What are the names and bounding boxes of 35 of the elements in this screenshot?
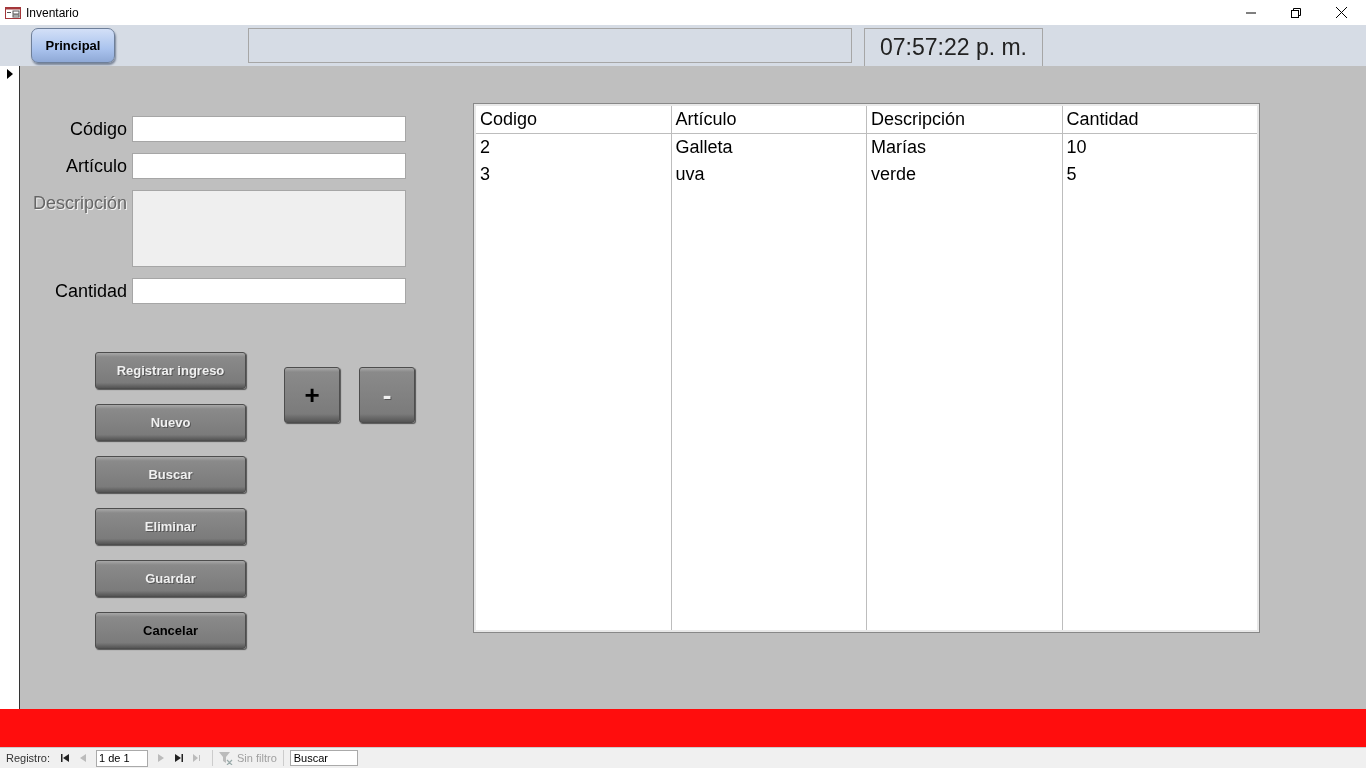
table-cell-text: 3	[479, 163, 491, 186]
clock: 07:57:22 p. m.	[864, 28, 1043, 66]
field-label: Cantidad	[53, 280, 127, 303]
table-cell-text: verde	[870, 163, 918, 186]
last-record-icon[interactable]	[175, 754, 184, 762]
window-title: Inventario	[26, 5, 79, 20]
input-field[interactable]	[132, 116, 406, 142]
text-area[interactable]	[132, 190, 406, 267]
restore-icon[interactable]	[1291, 7, 1301, 18]
record-selector-icon[interactable]	[6, 69, 13, 79]
field-label: Código	[68, 118, 127, 141]
column-header: Descripción	[867, 106, 1062, 134]
search-field[interactable]: Buscar	[289, 750, 358, 766]
stepper-button[interactable]: +	[284, 367, 340, 423]
table-cell-text: 2	[479, 136, 491, 159]
close-icon[interactable]	[1336, 7, 1347, 18]
table-cell-text: Galleta	[674, 136, 734, 159]
record-label: Registro:	[6, 752, 51, 764]
first-record-icon[interactable]	[61, 754, 70, 762]
table-cell-text: 5	[1065, 163, 1078, 186]
table-cell-text: 10	[1065, 136, 1088, 159]
input-field[interactable]	[132, 278, 406, 304]
record-position-field[interactable]: 1 de 1	[96, 749, 149, 767]
table-cell-text: Marías	[870, 136, 927, 159]
table-cell-text: uva	[674, 163, 706, 186]
form-icon	[5, 6, 21, 19]
field-label: Artículo	[64, 155, 127, 178]
action-button[interactable]: Cancelar	[95, 612, 246, 649]
principal-button[interactable]: Principal	[31, 28, 115, 63]
field-label: Descripción	[31, 192, 127, 215]
column-header: Cantidad	[1062, 106, 1257, 134]
filter-icon[interactable]	[219, 751, 234, 765]
column-header: Artículo	[671, 106, 866, 134]
input-field[interactable]	[132, 153, 406, 179]
column-header: Codigo	[476, 106, 671, 134]
